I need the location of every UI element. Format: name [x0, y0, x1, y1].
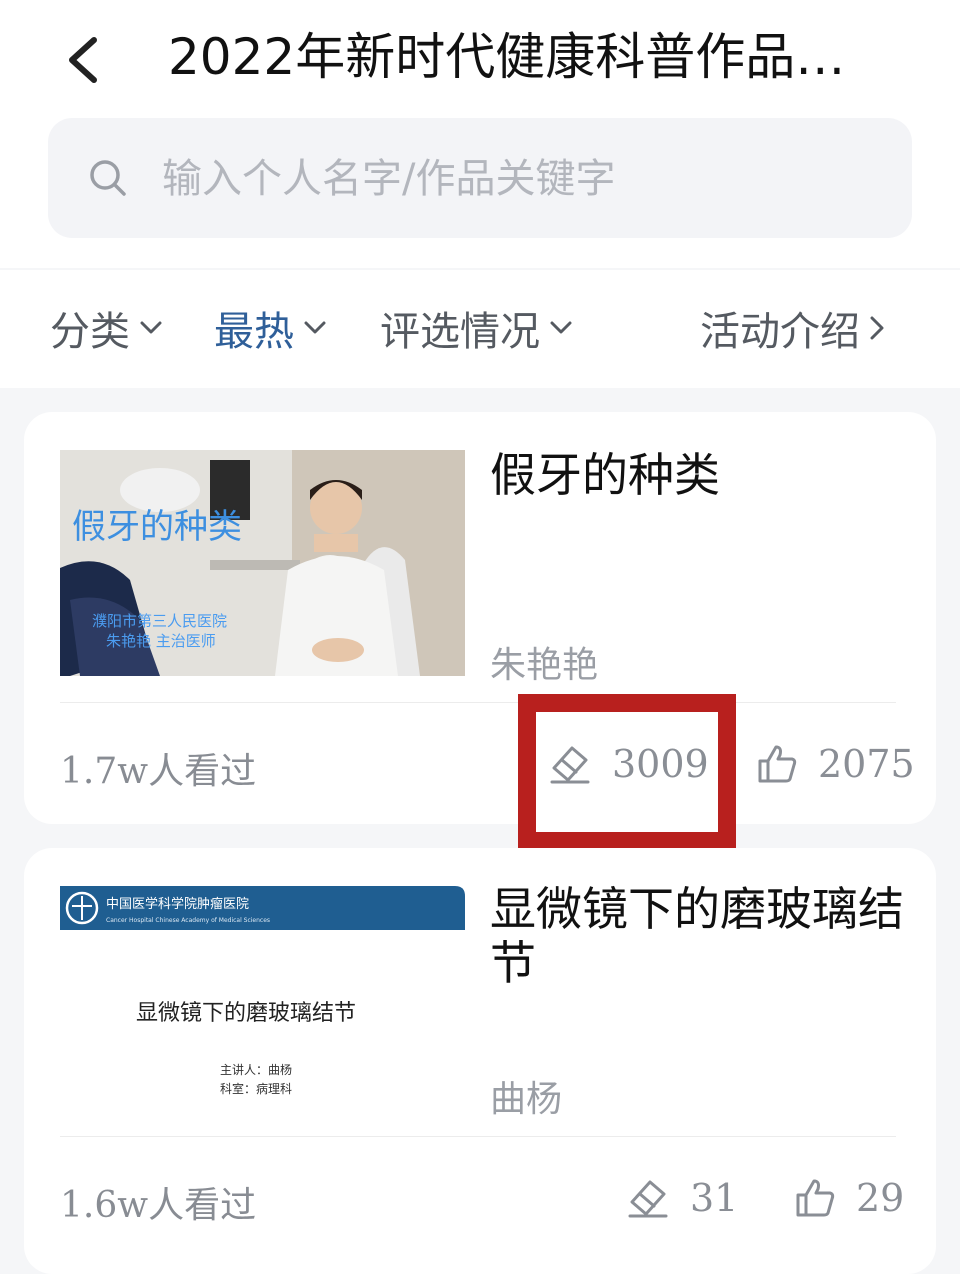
- video-thumbnail[interactable]: 假牙的种类 濮阳市第三人民医院 朱艳艳 主治医师: [60, 450, 465, 676]
- chevron-down-icon: [304, 321, 326, 334]
- filter-category[interactable]: 分类: [50, 300, 162, 356]
- like-button[interactable]: 2075: [756, 742, 915, 786]
- card-divider: [60, 1136, 896, 1137]
- filter-hottest-label: 最热: [214, 309, 294, 355]
- thumbnail-department: 科室：病理科: [220, 1081, 292, 1096]
- view-count: 1.7w人看过: [60, 751, 257, 792]
- vote-count: 3009: [612, 742, 709, 786]
- like-count: 2075: [818, 742, 915, 786]
- thumbs-up-icon: [758, 745, 797, 783]
- back-chevron-icon: [69, 37, 97, 83]
- thumbnail-institution: 中国医学科学院肿瘤医院: [106, 896, 249, 912]
- vote-button[interactable]: 3009: [548, 742, 709, 786]
- filter-selection-status-label: 评选情况: [380, 309, 540, 355]
- vote-count: 31: [690, 1176, 739, 1220]
- chevron-down-icon: [140, 321, 162, 334]
- work-title[interactable]: 假牙的种类: [490, 448, 910, 502]
- back-button[interactable]: [60, 28, 110, 92]
- thumbnail-doctor: 朱艳艳 主治医师: [106, 632, 216, 650]
- work-title[interactable]: 显微镜下的磨玻璃结节: [490, 882, 910, 990]
- thumbnail-institution-en: Cancer Hospital Chinese Academy of Medic…: [106, 917, 270, 924]
- vote-ticket-icon: [628, 1180, 668, 1218]
- search-icon: [90, 160, 126, 196]
- thumbnail-speaker: 主讲人：曲杨: [220, 1062, 292, 1077]
- search-input[interactable]: [160, 148, 864, 210]
- filter-hottest[interactable]: 最热: [214, 300, 326, 356]
- work-author: 曲杨: [490, 1079, 563, 1120]
- like-button[interactable]: 29: [794, 1176, 904, 1220]
- thumbs-up-icon: [796, 1179, 835, 1217]
- filter-category-label: 分类: [50, 309, 130, 355]
- vote-button[interactable]: 31: [626, 1176, 738, 1220]
- thumbnail-image: 假牙的种类 濮阳市第三人民医院 朱艳艳 主治医师: [60, 450, 465, 676]
- chevron-right-icon: [870, 316, 884, 340]
- filter-selection-status[interactable]: 评选情况: [380, 300, 572, 356]
- thumbnail-slide-title: 显微镜下的磨玻璃结节: [136, 1001, 356, 1026]
- thumbnail-overlay-title: 假牙的种类: [72, 507, 242, 547]
- thumbnail-hospital: 濮阳市第三人民医院: [92, 612, 227, 630]
- thumbnail-image: 中国医学科学院肿瘤医院 Cancer Hospital Chinese Acad…: [60, 886, 465, 1112]
- vote-ticket-icon: [550, 746, 590, 784]
- activity-intro-label: 活动介绍: [700, 309, 860, 355]
- card-divider: [60, 702, 896, 703]
- activity-intro-link[interactable]: 活动介绍: [700, 300, 884, 356]
- chevron-down-icon: [550, 321, 572, 334]
- video-thumbnail[interactable]: 中国医学科学院肿瘤医院 Cancer Hospital Chinese Acad…: [60, 886, 465, 1112]
- like-count: 29: [856, 1176, 905, 1220]
- work-author: 朱艳艳: [490, 645, 599, 686]
- view-count: 1.6w人看过: [60, 1185, 257, 1226]
- work-card[interactable]: 中国医学科学院肿瘤医院 Cancer Hospital Chinese Acad…: [24, 848, 936, 1274]
- page-title: 2022年新时代健康科普作品…: [168, 28, 846, 86]
